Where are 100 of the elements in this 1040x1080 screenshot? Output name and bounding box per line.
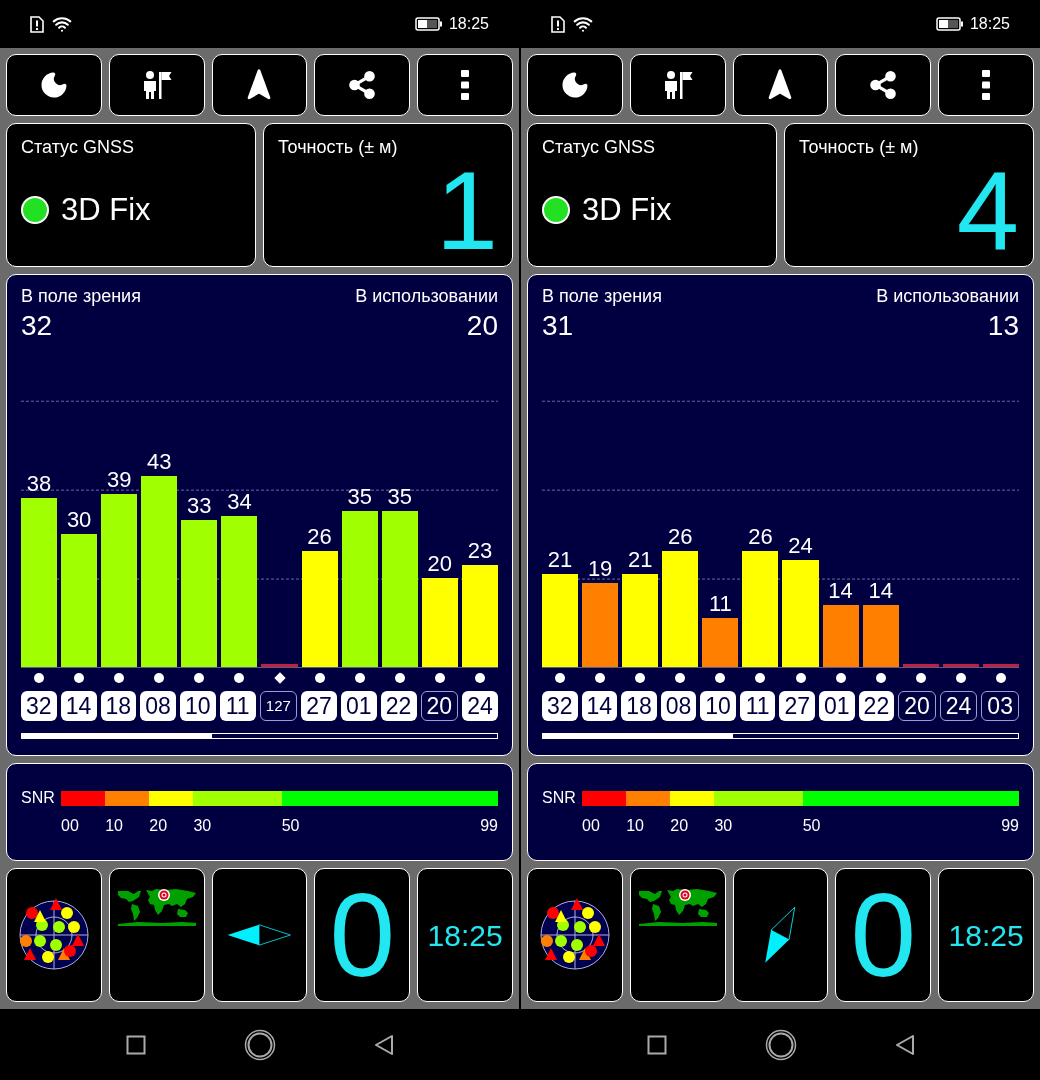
bar-value: 14 [868,576,893,605]
clock-tile[interactable]: 18:25 [938,868,1034,1002]
clock-time: 18:25 [427,917,503,954]
toolbar-button[interactable] [835,54,932,116]
toolbar-button[interactable] [938,54,1034,116]
snr-tick: 20 [149,816,168,836]
in-view-count: 32 [21,309,54,343]
toolbar-button[interactable] [6,54,102,116]
satellite-id: 14 [60,691,97,721]
satellite-id: 08 [140,691,176,721]
satellite-id: 24 [462,691,498,721]
bar-value: 19 [587,554,613,583]
bar-value: 26 [668,523,693,552]
satellite-id: 27 [779,691,816,721]
toolbar-button[interactable] [314,54,411,116]
satellite-id: 18 [100,691,137,721]
battery-icon [935,17,964,31]
speed-value: 0 [850,876,917,994]
snr-tick: 00 [61,816,79,836]
satellite-id: 20 [898,691,936,721]
bar-value: 35 [387,483,412,512]
snr-tick: 30 [714,816,733,836]
bar-value: 20 [427,550,453,579]
bar-value: 33 [187,492,212,521]
satellite-id: 10 [700,691,736,721]
fix-status: 3D Fix [61,191,151,229]
toolbar-button[interactable] [211,54,308,116]
wifi-icon [573,14,593,34]
bar-value: 38 [26,470,52,499]
satellite-id: 01 [819,691,855,721]
snr-tick: 00 [582,816,600,836]
bar-value: 26 [307,523,332,552]
snr-tick: 30 [193,816,212,836]
sky-view-tile[interactable] [527,868,623,1002]
in-use-count: 20 [466,309,498,343]
speed-value: 0 [329,876,396,994]
snr-tick: 99 [1001,816,1019,836]
status-time: 18:25 [448,14,489,34]
bar-value: 21 [547,545,573,574]
home-icon[interactable] [243,1028,276,1061]
recent-apps-icon[interactable] [125,1034,146,1055]
toolbar-button[interactable] [732,54,829,116]
satellite-id: 08 [660,691,697,721]
satellite-id: 11 [739,691,776,721]
bar-value: 11 [708,590,732,619]
status-time: 18:25 [969,14,1010,34]
satellite-id: 22 [380,691,417,721]
map-tile[interactable] [629,868,726,1002]
satellite-id: 18 [621,691,657,721]
satellite-id: 32 [21,691,57,721]
back-icon[interactable] [894,1033,915,1056]
accuracy-value: 4 [956,161,1019,261]
toolbar-button[interactable] [417,54,513,116]
snr-tick: 10 [626,816,644,836]
bar-value: 23 [467,536,493,565]
toolbar-button[interactable] [527,54,623,116]
speed-tile[interactable]: 0 [314,868,411,1002]
bar-value: 43 [147,447,172,476]
bar-value: 30 [66,505,92,534]
snr-tick: 20 [670,816,689,836]
satellite-id: 24 [939,691,978,721]
satellite-id: 127 [259,691,298,721]
satellite-id: 27 [301,691,337,721]
satellite-id: 22 [858,691,895,721]
bar-value: 39 [106,465,132,494]
share-icon [868,70,899,100]
satellite-id: 14 [581,691,618,721]
recent-apps-icon[interactable] [646,1034,667,1055]
card-label: Точность (± м) [278,136,399,159]
satellite-id: 11 [219,691,256,721]
snr-label: SNR [542,788,577,808]
snr-tick: 99 [480,816,498,836]
sim-alert-icon [551,15,565,33]
in-view-label: В поле зрения [21,285,141,307]
compass-tile[interactable] [732,868,829,1002]
satellite-id: 01 [341,691,377,721]
in-view-count: 31 [542,309,575,343]
map-tile[interactable] [108,868,205,1002]
snr-tick: 50 [802,816,821,836]
snr-tick: 10 [105,816,123,836]
toolbar-button[interactable] [629,54,726,116]
home-icon[interactable] [764,1028,797,1061]
satellite-id: 10 [180,691,216,721]
card-label: Статус GNSS [21,136,135,159]
share-icon [347,70,378,100]
satellite-id: 03 [981,691,1019,721]
in-view-label: В поле зрения [542,285,662,307]
satellite-id: 20 [420,691,459,721]
clock-time: 18:25 [948,917,1024,954]
toolbar-button[interactable] [108,54,205,116]
bar-value: 24 [788,532,813,561]
sky-view-tile[interactable] [6,868,102,1002]
compass-tile[interactable] [211,868,308,1002]
back-icon[interactable] [373,1033,394,1056]
snr-label: SNR [21,788,56,808]
bar-value: 26 [748,523,773,552]
satellite-id: 32 [542,691,578,721]
fix-status: 3D Fix [582,191,672,229]
speed-tile[interactable]: 0 [835,868,932,1002]
clock-tile[interactable]: 18:25 [417,868,513,1002]
